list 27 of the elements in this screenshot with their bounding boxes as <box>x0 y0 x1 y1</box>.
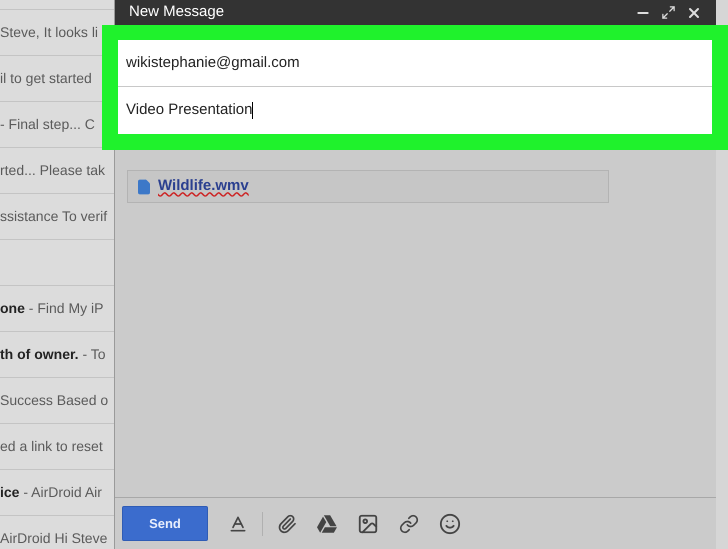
email-snippet: AirDroid Hi Steve <box>0 529 108 548</box>
email-snippet: - Final step... C <box>0 115 95 134</box>
email-snippet: ice - AirDroid Air <box>0 483 102 502</box>
emoji-icon[interactable] <box>439 512 461 534</box>
email-snippet: il to get started <box>0 69 92 88</box>
window-title: New Message <box>129 2 224 22</box>
subject-field[interactable]: Video Presentation <box>118 87 712 134</box>
expand-icon[interactable] <box>661 5 676 20</box>
email-snippet: one - Find My iP <box>0 299 104 318</box>
email-snippet: th of owner. - To <box>0 345 106 364</box>
email-snippet: rted... Please tak <box>0 161 106 180</box>
subject-text: Video Presentation <box>126 100 252 120</box>
file-icon <box>136 178 152 194</box>
send-button[interactable]: Send <box>122 506 208 541</box>
link-icon[interactable] <box>399 514 419 534</box>
text-cursor <box>252 102 254 119</box>
email-snippet: Steve, It looks li <box>0 23 98 42</box>
to-field[interactable]: wikistephanie@gmail.com <box>118 40 712 87</box>
attachment-link[interactable]: Wildlife.wmv <box>158 175 249 198</box>
drive-icon[interactable] <box>317 514 337 534</box>
email-snippet: ed a link to reset <box>0 437 103 456</box>
email-snippet: ssistance To verif <box>0 207 108 226</box>
image-icon[interactable] <box>357 512 379 534</box>
attachment-chip[interactable]: Wildlife.wmv <box>127 170 609 203</box>
email-snippet: Success Based o <box>0 391 108 410</box>
text-format-icon[interactable] <box>228 514 248 534</box>
paperclip-icon[interactable] <box>277 514 297 534</box>
